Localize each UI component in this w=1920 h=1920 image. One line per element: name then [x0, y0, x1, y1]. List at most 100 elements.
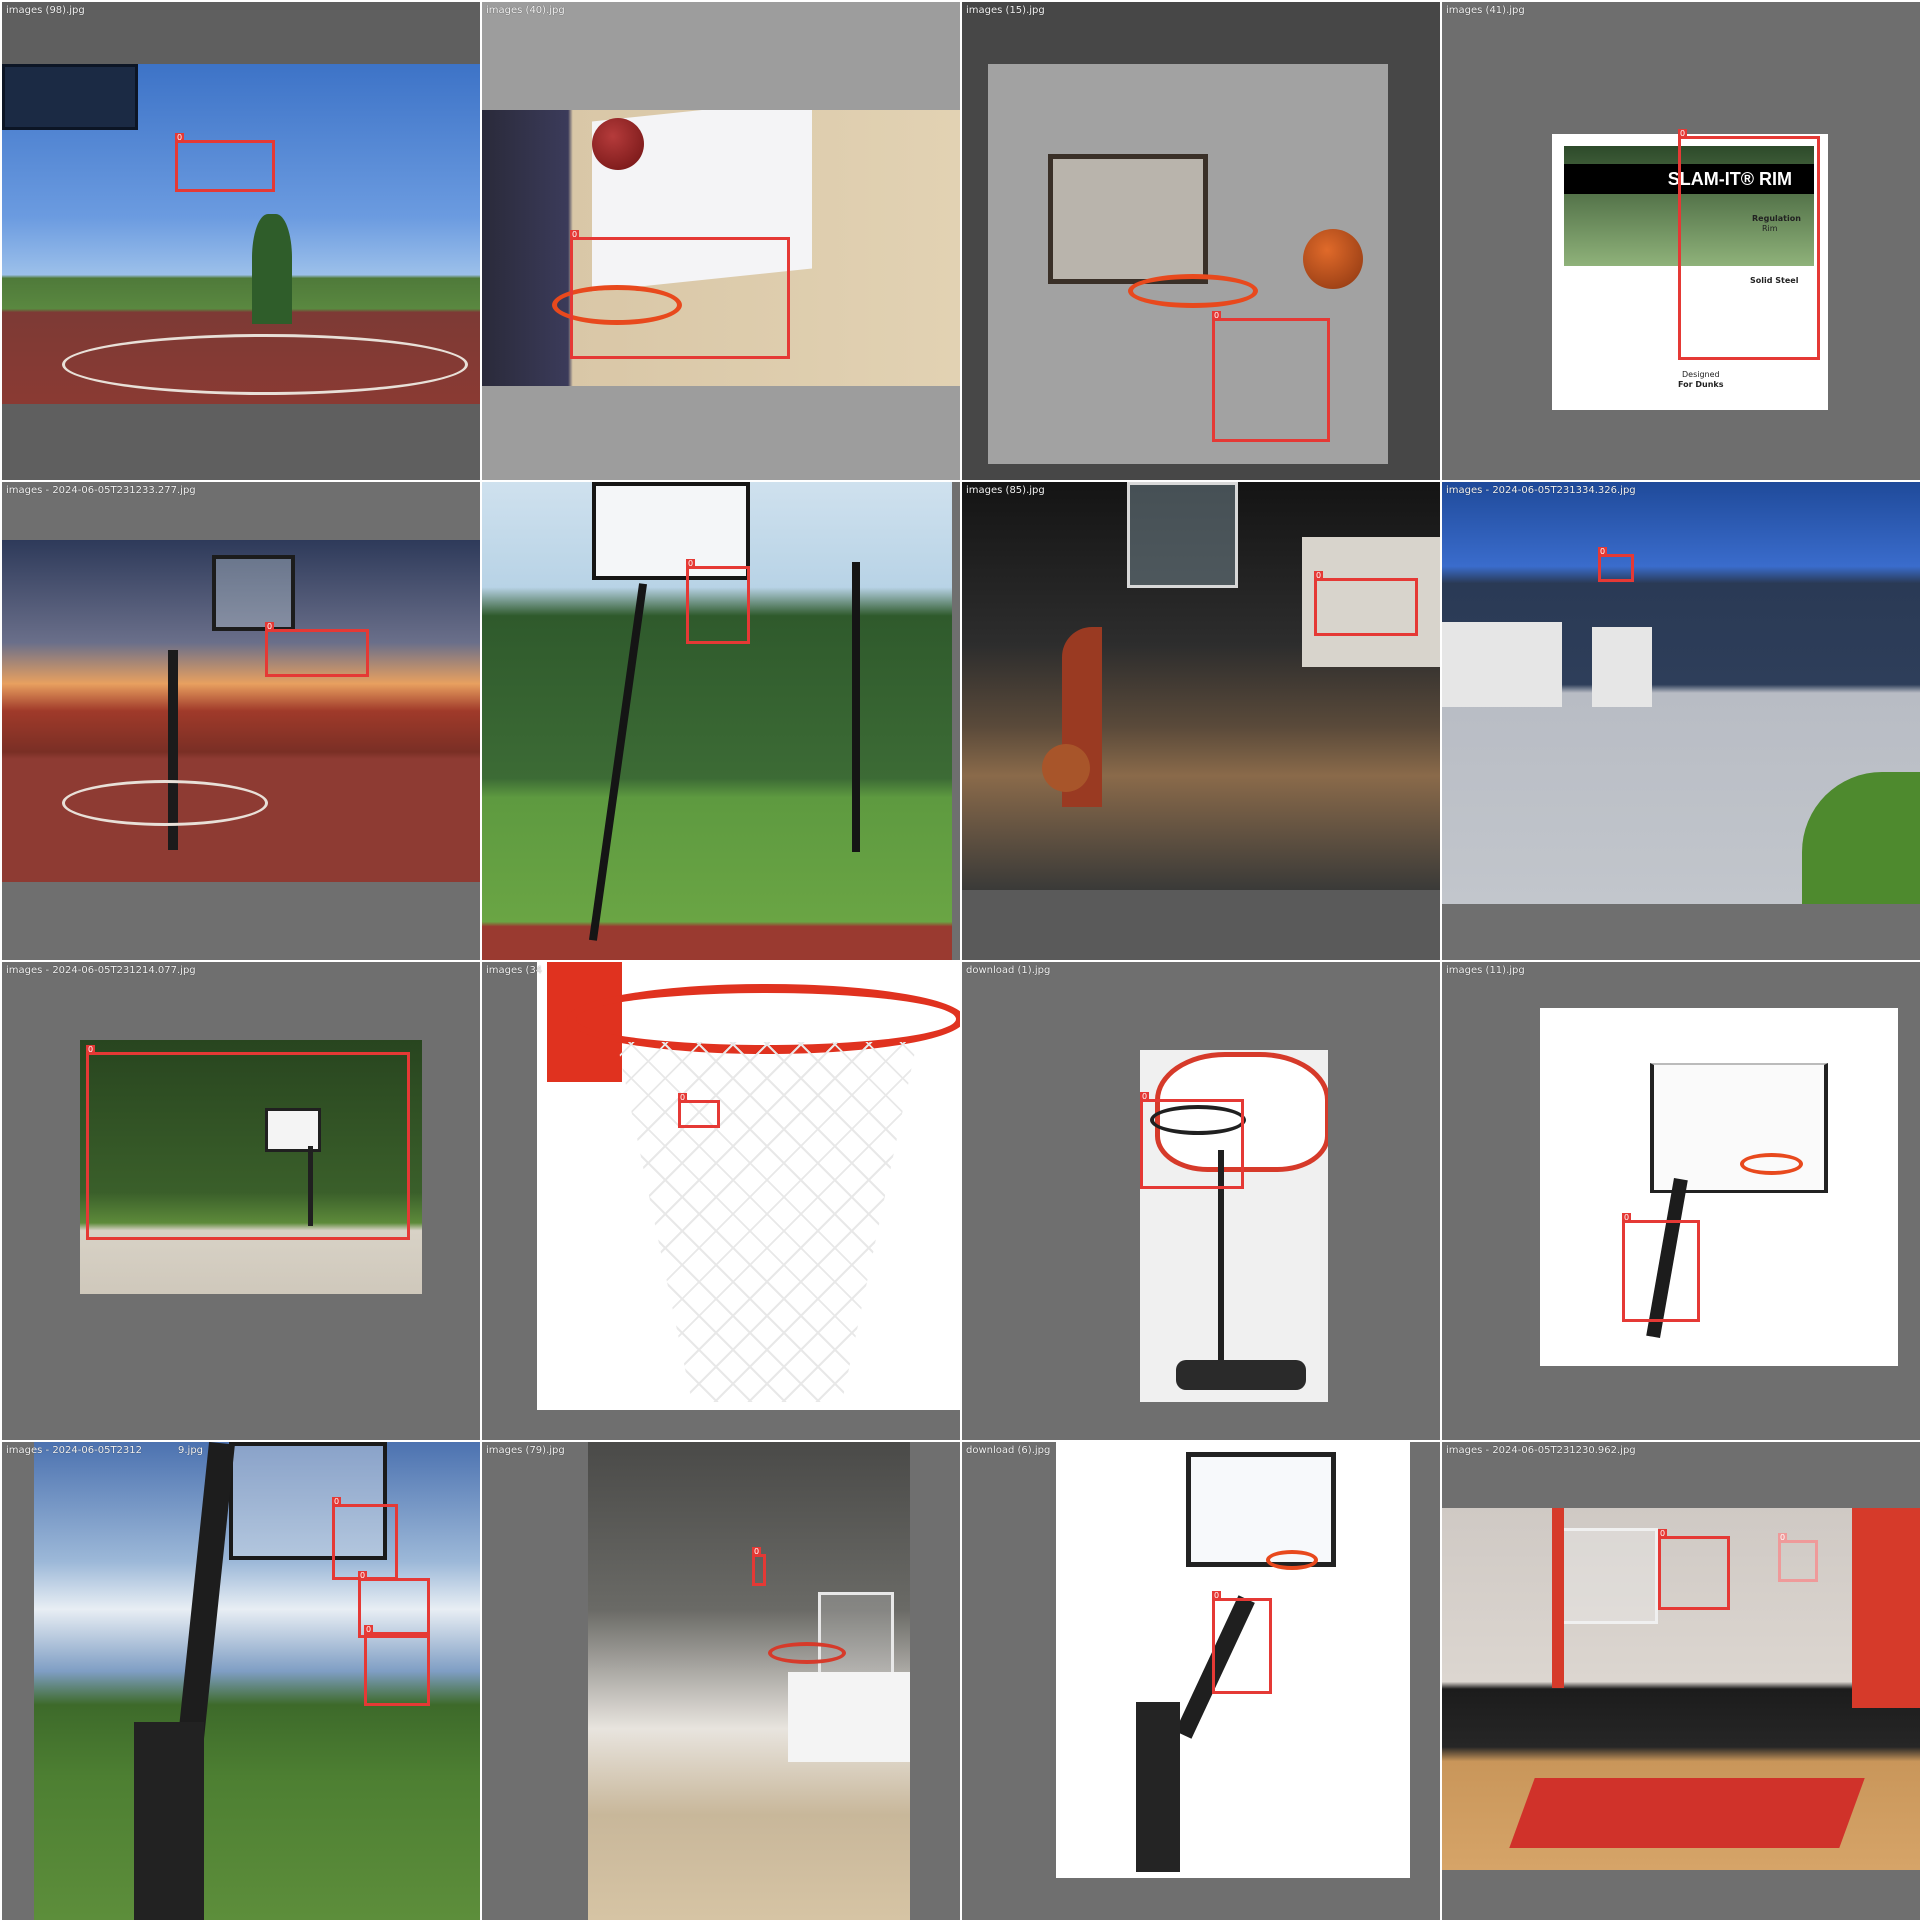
garage-door [1442, 622, 1562, 707]
tile-filename: images - 2024-06-05T231214.077.jpg [6, 965, 196, 976]
box-label: 0 [1314, 571, 1324, 581]
canyon-court-photo [2, 540, 480, 882]
box-label: 0 [332, 1497, 342, 1507]
tile-filename: images (79).jpg [486, 1445, 565, 1456]
tile-14[interactable]: images (79).jpg 0 [482, 1442, 960, 1920]
detection-box: 0 [1622, 1213, 1700, 1322]
court-line [62, 334, 468, 395]
backboard [1186, 1452, 1336, 1567]
court-paint [1509, 1778, 1865, 1848]
detection-box: 0 [678, 1093, 720, 1128]
detection-box: 0 [86, 1045, 410, 1240]
tile-16[interactable]: images - 2024-06-05T231230.962.jpg 0 0 [1442, 1442, 1920, 1920]
tile-13[interactable]: images - 2024-06-05T2312 9.jpg 0 0 0 [2, 1442, 480, 1920]
red-column [1852, 1508, 1920, 1708]
rim [1128, 274, 1258, 308]
box-label: 0 [1622, 1213, 1632, 1223]
tile-1[interactable]: images (98).jpg 0 [2, 2, 480, 480]
detection-box: 0 [364, 1625, 430, 1706]
detection-box: 0 [1598, 547, 1634, 582]
box-label: 0 [1212, 1591, 1222, 1601]
detection-box: 0 [570, 230, 790, 359]
lawn [1802, 772, 1920, 904]
tile-filename: images - 2024-06-05T231230.962.jpg [1446, 1445, 1636, 1456]
house-driveway-photo [1442, 482, 1920, 904]
tile-filename: images (85).jpg [966, 485, 1045, 496]
outdoor-court-photo [2, 64, 480, 404]
rim [768, 1642, 846, 1664]
base [1176, 1360, 1306, 1390]
detection-box: 0 [1658, 1529, 1730, 1610]
court-line [62, 780, 268, 826]
arena-photo [588, 1442, 910, 1920]
rim-closeup-photo [537, 962, 960, 1410]
tile-filename: images (98).jpg [6, 5, 85, 16]
backboard [212, 555, 295, 631]
box-label: 0 [678, 1093, 688, 1103]
box-label: 0 [1212, 311, 1222, 321]
box-label: 0 [1778, 1533, 1788, 1543]
tile-6[interactable]: 0 [482, 482, 960, 960]
box-label: 0 [1658, 1529, 1668, 1539]
inground-hoop-photo [1540, 1008, 1898, 1366]
tile-10[interactable]: images (34 0 [482, 962, 960, 1440]
detection-box: 0 [1314, 571, 1418, 636]
mosaic-grid: images (98).jpg 0 images (40).jpg 0 imag… [0, 0, 1920, 1920]
gym-photo [962, 482, 1440, 890]
tile-filename: images (34 [486, 965, 543, 976]
tile-5[interactable]: images - 2024-06-05T231233.277.jpg 0 [2, 482, 480, 960]
tile-8[interactable]: images - 2024-06-05T231334.326.jpg 0 [1442, 482, 1920, 960]
basketball [1042, 744, 1090, 792]
poster-line5: For Dunks [1678, 380, 1724, 389]
box-label: 0 [1140, 1092, 1150, 1102]
tile-12[interactable]: images (11).jpg 0 [1442, 962, 1920, 1440]
box-label: 0 [364, 1625, 374, 1635]
net [617, 1042, 917, 1402]
detection-box: 0 [175, 133, 275, 192]
pole-base [134, 1722, 204, 1920]
tile-7[interactable]: images (85).jpg 0 [962, 482, 1440, 960]
box-label: 0 [686, 559, 696, 569]
fence-post [852, 562, 860, 852]
backboard [1650, 1063, 1828, 1193]
basketball [592, 118, 644, 170]
tile-filename: images (40).jpg [486, 5, 565, 16]
box-label: 0 [86, 1045, 96, 1055]
detection-box: 0 [1778, 1533, 1818, 1582]
box-label: 0 [1678, 129, 1688, 139]
tile-filename: download (6).jpg [966, 1445, 1051, 1456]
detection-box: 0 [1212, 311, 1330, 442]
detection-box: 0 [1678, 129, 1820, 360]
wall-padding [788, 1672, 910, 1762]
backboard [1552, 1528, 1658, 1624]
detection-box: 0 [265, 622, 369, 677]
box-label: 0 [358, 1571, 368, 1581]
backboard [1127, 482, 1238, 588]
tile-filename: download (1).jpg [966, 965, 1051, 976]
backboard [2, 64, 138, 130]
tile-2[interactable]: images (40).jpg 0 [482, 2, 960, 480]
tile-filename: images (11).jpg [1446, 965, 1525, 976]
box-label: 0 [1598, 547, 1608, 557]
tile-4[interactable]: SLAM-IT® RIM Regulation Rim Solid Steel … [1442, 2, 1920, 480]
tile-15[interactable]: download (6).jpg 0 [962, 1442, 1440, 1920]
detection-box: 0 [686, 559, 750, 644]
detection-box: 0 [752, 1547, 766, 1586]
tile-filename: images (15).jpg [966, 5, 1045, 16]
detection-box: 0 [332, 1497, 398, 1580]
pole [588, 583, 648, 941]
detection-box: 0 [1212, 1591, 1272, 1694]
tile-filename: images - 2024-06-05T231233.277.jpg [6, 485, 196, 496]
box-label: 0 [175, 133, 185, 143]
field-hoop-photo [482, 482, 952, 960]
basketball [1303, 229, 1363, 289]
tile-filename: images - 2024-06-05T231334.326.jpg [1446, 485, 1636, 496]
box-label: 0 [752, 1547, 762, 1557]
tree [252, 214, 292, 324]
tile-11[interactable]: download (1).jpg 0 [962, 962, 1440, 1440]
box-label: 0 [265, 622, 275, 632]
detection-box: 0 [1140, 1092, 1244, 1189]
tile-9[interactable]: images - 2024-06-05T231214.077.jpg 0 [2, 962, 480, 1440]
box-label: 0 [570, 230, 580, 240]
tile-3[interactable]: images (15).jpg 0 [962, 2, 1440, 480]
